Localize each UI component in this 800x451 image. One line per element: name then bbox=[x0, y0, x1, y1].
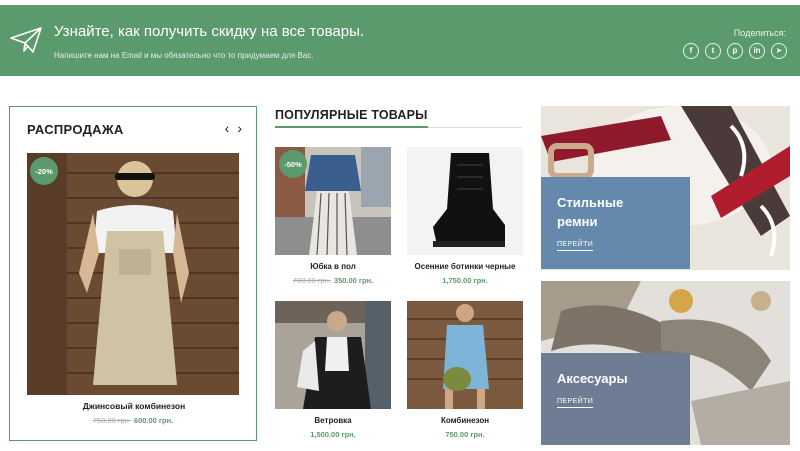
promo-title-line: Стильные bbox=[557, 195, 624, 210]
product-card[interactable]: Осенние ботинки черные 1,750.00 грн. bbox=[407, 147, 523, 285]
promo-box: Аксесуары ПЕРЕЙТИ bbox=[541, 353, 690, 445]
product-card[interactable]: Комбинезон 750.00 грн. bbox=[407, 301, 523, 439]
product-image[interactable]: -50% bbox=[275, 147, 391, 255]
product-name[interactable]: Осенние ботинки черные bbox=[407, 262, 523, 271]
product-price: 1,750.00 грн. bbox=[407, 276, 523, 285]
new-price: 350.00 грн. bbox=[333, 276, 374, 285]
promo-title-line: ремни bbox=[557, 214, 598, 229]
discount-badge: -20% bbox=[30, 157, 58, 185]
banner-title: Узнайте, как получить скидку на все това… bbox=[54, 23, 365, 40]
product-card[interactable]: Ветровка 1,500.00 грн. bbox=[275, 301, 391, 439]
title-underline bbox=[275, 126, 428, 128]
promo-accessories[interactable]: Аксесуары ПЕРЕЙТИ bbox=[541, 281, 790, 445]
product-price: 750.00 грн. bbox=[407, 430, 523, 439]
product-name[interactable]: Ветровка bbox=[275, 416, 391, 425]
banner-subtitle: Напишите нам на Email и мы обязательно ч… bbox=[54, 51, 314, 60]
new-price: 1,750.00 грн. bbox=[442, 276, 488, 285]
product-card[interactable]: -50% Юбка в пол 700.00 грн. 350.00 грн. bbox=[275, 147, 391, 285]
paper-plane-icon bbox=[10, 27, 42, 53]
product-name[interactable]: Юбка в пол bbox=[275, 262, 391, 271]
product-price: 1,500.00 грн. bbox=[275, 430, 391, 439]
twitter-icon[interactable]: t bbox=[705, 43, 721, 59]
new-price: 600.00 грн. bbox=[133, 416, 174, 425]
promo-box: Стильные ремни ПЕРЕЙТИ bbox=[541, 177, 690, 269]
popular-title: ПОПУЛЯРНЫЕ ТОВАРЫ bbox=[275, 108, 428, 122]
discount-badge: -50% bbox=[279, 150, 307, 178]
linkedin-icon[interactable]: in bbox=[749, 43, 765, 59]
product-image[interactable] bbox=[275, 301, 391, 409]
share-label: Поделиться: bbox=[733, 28, 786, 38]
discount-banner: Узнайте, как получить скидку на все това… bbox=[0, 5, 800, 76]
promo-belts[interactable]: Стильные ремни ПЕРЕЙТИ bbox=[541, 106, 790, 270]
facebook-icon[interactable]: f bbox=[683, 43, 699, 59]
pinterest-icon[interactable]: p bbox=[727, 43, 743, 59]
telegram-icon[interactable]: ➤ bbox=[771, 43, 787, 59]
promo-title: Аксесуары bbox=[557, 371, 628, 386]
sale-title: РАСПРОДАЖА bbox=[27, 122, 124, 137]
sale-product-image[interactable]: -20% bbox=[27, 153, 239, 395]
product-price: 700.00 грн. 350.00 грн. bbox=[275, 276, 391, 285]
chevron-right-icon[interactable]: › bbox=[237, 121, 242, 135]
new-price: 750.00 грн. bbox=[445, 430, 485, 439]
sale-product-name[interactable]: Джинсовый комбинезон bbox=[10, 401, 258, 411]
old-price: 750.00 грн. bbox=[92, 416, 131, 425]
promo-title: Стильные ремни bbox=[557, 193, 674, 231]
product-image[interactable] bbox=[407, 147, 523, 255]
social-links: f t p in ➤ bbox=[683, 43, 787, 59]
sale-price: 750.00 грн. 600.00 грн. bbox=[10, 416, 256, 425]
product-name[interactable]: Комбинезон bbox=[407, 416, 523, 425]
new-price: 1,500.00 грн. bbox=[310, 430, 356, 439]
product-image[interactable] bbox=[407, 301, 523, 409]
promo-link[interactable]: ПЕРЕЙТИ bbox=[557, 398, 594, 408]
chevron-left-icon[interactable]: ‹ bbox=[225, 121, 230, 135]
old-price: 700.00 грн. bbox=[292, 276, 331, 285]
sale-widget: РАСПРОДАЖА ‹ › -20% Джинсовый комбинезон bbox=[9, 106, 257, 441]
slider-arrows: ‹ › bbox=[225, 121, 242, 135]
promo-link[interactable]: ПЕРЕЙТИ bbox=[557, 241, 594, 251]
